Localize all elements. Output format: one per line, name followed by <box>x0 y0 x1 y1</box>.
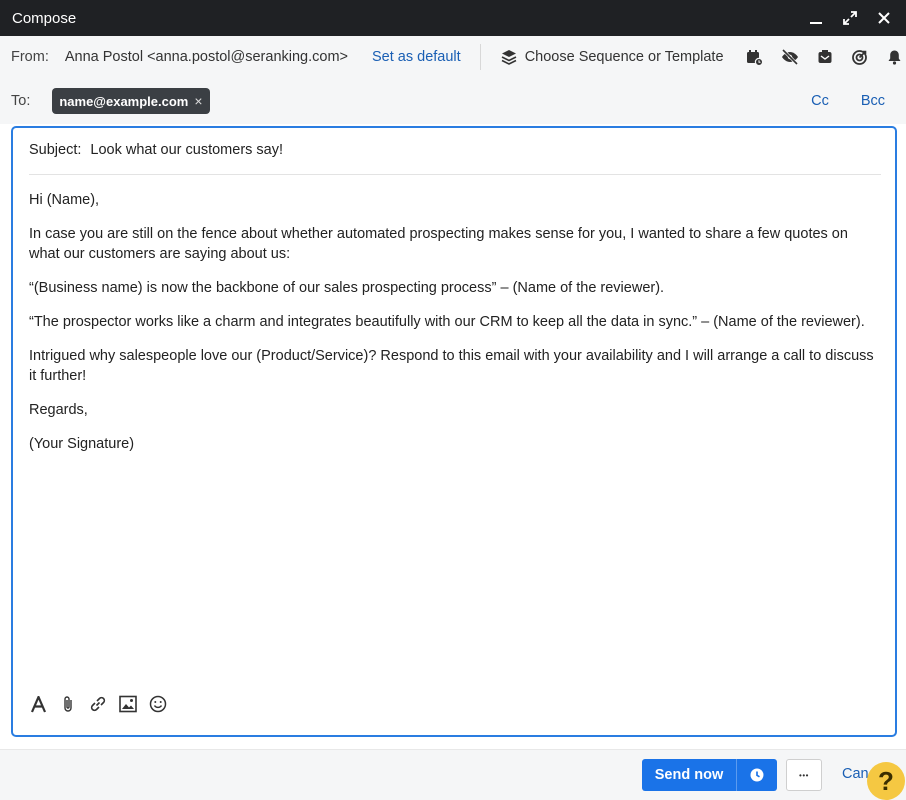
close-icon[interactable] <box>874 8 894 28</box>
bell-icon[interactable] <box>886 48 904 66</box>
tracking-off-icon[interactable] <box>781 48 799 66</box>
recipient-chip[interactable]: name@example.com × <box>52 88 210 114</box>
body-paragraph: (Your Signature) <box>29 436 135 452</box>
body-paragraph: “The prospector works like a charm and i… <box>29 314 865 330</box>
clock-icon <box>750 768 764 782</box>
more-label: ••• <box>799 770 809 780</box>
bcc-link[interactable]: Bcc <box>861 93 885 109</box>
compose-footer: Send now ••• Cancel <box>0 749 906 800</box>
set-as-default-link[interactable]: Set as default <box>372 49 461 65</box>
target-icon[interactable] <box>851 48 869 66</box>
text-format-icon[interactable] <box>29 694 47 714</box>
remove-recipient-icon[interactable]: × <box>194 93 202 109</box>
help-icon: ? <box>878 765 894 796</box>
cc-link[interactable]: Cc <box>811 93 829 109</box>
expand-icon[interactable] <box>840 8 860 28</box>
subject-field[interactable]: Subject: Look what our customers say! <box>29 142 881 175</box>
to-row: To: name@example.com × Cc Bcc <box>0 78 906 124</box>
compose-titlebar: Compose <box>0 0 906 36</box>
body-paragraph: Regards, <box>29 402 88 418</box>
body-paragraph: “(Business name) is now the backbone of … <box>29 280 665 296</box>
send-now-button[interactable]: Send now <box>642 759 736 791</box>
link-icon[interactable] <box>89 694 107 714</box>
choose-sequence-label: Choose Sequence or Template <box>524 49 724 65</box>
to-label: To: <box>11 93 31 109</box>
choose-sequence-button[interactable]: Choose Sequence or Template <box>501 49 724 65</box>
layers-icon <box>501 50 517 65</box>
message-editor[interactable]: Subject: Look what our customers say! Hi… <box>11 126 897 737</box>
sender-address[interactable]: Anna Postol <anna.postol@seranking.com> <box>65 49 348 65</box>
help-button[interactable]: ? <box>867 762 905 800</box>
emoji-icon[interactable] <box>149 694 167 714</box>
recipient-email: name@example.com <box>59 93 189 109</box>
send-button-group: Send now <box>642 759 777 791</box>
more-options-button[interactable]: ••• <box>786 759 822 791</box>
image-icon[interactable] <box>119 694 137 714</box>
window-title: Compose <box>12 9 77 27</box>
subject-value[interactable]: Look what our customers say! <box>90 142 283 174</box>
window-controls <box>806 8 894 28</box>
body-paragraph: Intrigued why salespeople love our (Prod… <box>29 348 874 384</box>
from-row: From: Anna Postol <anna.postol@seranking… <box>0 36 906 78</box>
body-paragraph: In case you are still on the fence about… <box>29 226 848 262</box>
message-body[interactable]: Hi (Name), In case you are still on the … <box>29 190 881 468</box>
schedule-send-button[interactable] <box>736 759 777 791</box>
inbox-icon[interactable] <box>816 48 834 66</box>
toolbar-divider <box>479 44 481 70</box>
from-label: From: <box>11 49 49 65</box>
body-paragraph: Hi (Name), <box>29 192 100 208</box>
format-toolbar <box>29 694 167 714</box>
minimize-icon[interactable] <box>806 8 826 28</box>
subject-label: Subject: <box>29 142 82 158</box>
compose-tools <box>746 48 904 66</box>
calendar-clock-icon[interactable] <box>746 48 764 66</box>
attachment-icon[interactable] <box>59 694 77 714</box>
